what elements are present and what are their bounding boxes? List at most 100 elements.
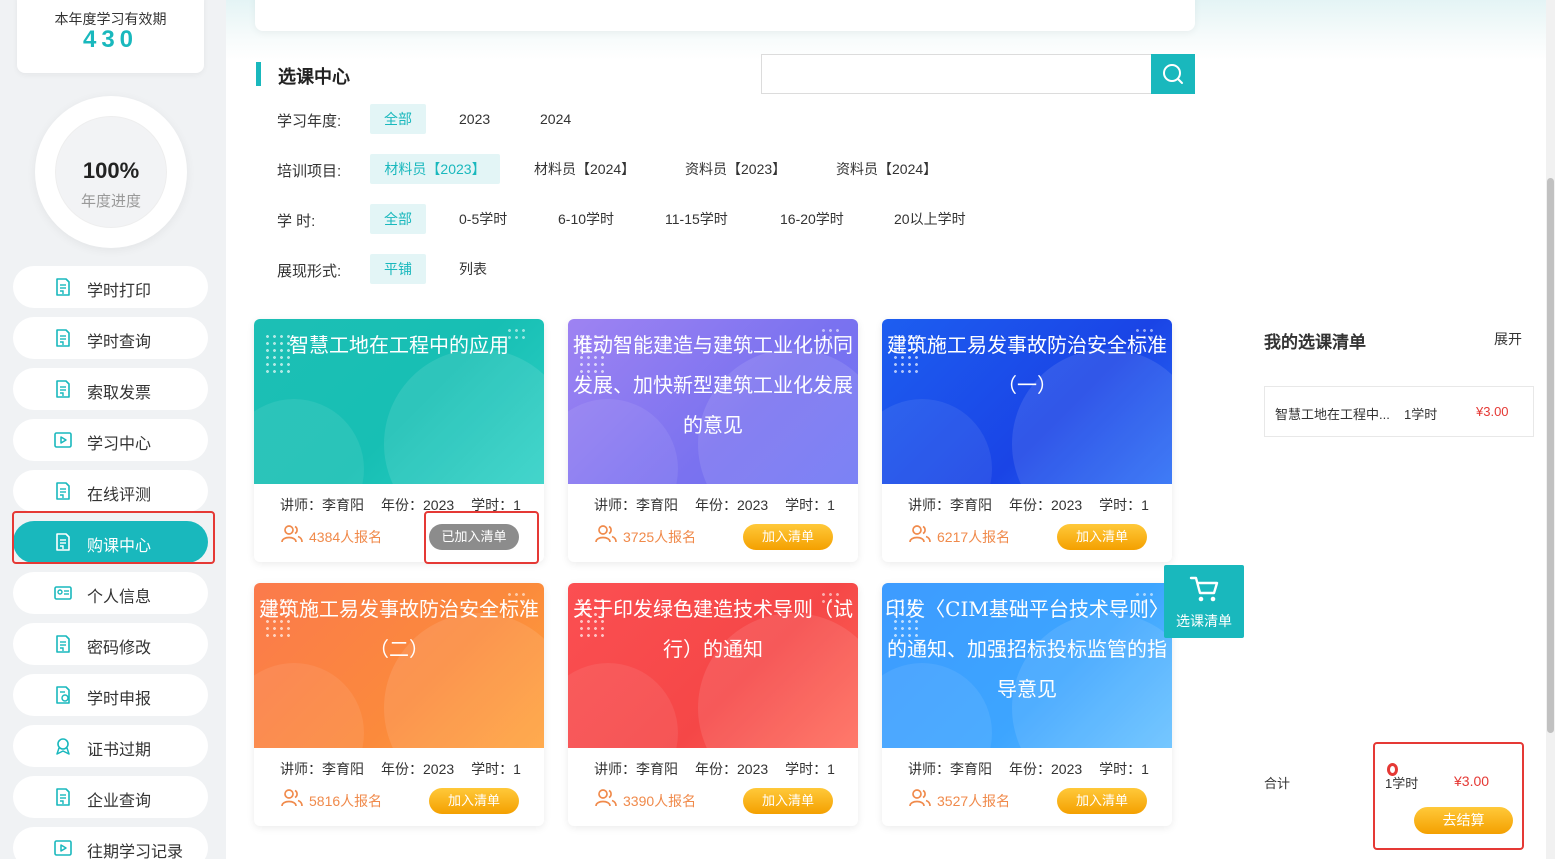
course-meta: 讲师：李育阳 年份：2023 学时：1 [594, 495, 852, 515]
course-year: 年份：2023 [695, 761, 769, 777]
sidebar-item-label: 密码修改 [87, 640, 152, 657]
users-icon [595, 789, 617, 807]
filter-year-all[interactable]: 全部 [370, 104, 426, 134]
cart-expand-link[interactable]: 展开 [1494, 329, 1522, 349]
sidebar-item[interactable]: 企业查询 [13, 776, 208, 818]
filter-year-2023[interactable]: 2023 [459, 104, 490, 134]
sidebar-item-label: 企业查询 [87, 793, 152, 810]
sidebar-item[interactable]: 密码修改 [13, 623, 208, 665]
course-banner[interactable]: 推动智能建造与建筑工业化协同发展、加快新型建筑工业化发展的意见 [568, 319, 858, 484]
filter-hours-option[interactable]: 20以上学时 [894, 204, 966, 234]
play-icon [53, 838, 73, 858]
progress-value: 100% [82, 158, 140, 183]
course-card[interactable]: 推动智能建造与建筑工业化协同发展、加快新型建筑工业化发展的意见讲师：李育阳 年份：… [568, 319, 858, 562]
sidebar-item[interactable]: 往期学习记录 [13, 827, 208, 859]
sidebar-item-label: 个人信息 [87, 589, 152, 606]
sidebar-item-label: 学时打印 [87, 283, 152, 300]
sidebar-item[interactable]: 索取发票 [13, 368, 208, 410]
sidebar-item[interactable]: 个人信息 [13, 572, 208, 614]
filter-project-option[interactable]: 材料员【2023】 [370, 154, 500, 184]
cart-item-name: 智慧工地在工程中... [1275, 407, 1390, 422]
validity-card: 本年度学习有效期 430 [17, 0, 204, 73]
course-card[interactable]: 关于印发绿色建造技术导则（试行）的通知 讲师：李育阳 年份：2023 学时：1 3390… [568, 583, 858, 826]
filter-project-option[interactable]: 资料员【2024】 [836, 154, 937, 184]
users-icon [281, 789, 303, 807]
floating-cart-label: 选课清单 [1176, 613, 1232, 629]
add-to-list-button[interactable]: 加入清单 [743, 788, 833, 814]
sidebar-item-label: 证书过期 [87, 742, 152, 759]
course-year: 年份：2023 [1009, 497, 1083, 513]
total-label: 合计 [1264, 776, 1291, 791]
cart-item: 智慧工地在工程中... 1学时 ¥3.00 [1264, 386, 1534, 437]
course-title: 关于印发绿色建造技术导则（试行）的通知 [573, 597, 853, 661]
scrollbar-thumb[interactable] [1547, 178, 1554, 733]
course-meta: 讲师：李育阳 年份：2023 学时：1 [908, 495, 1166, 515]
progress-label: 年度进度 [80, 193, 141, 210]
certificate-icon [53, 736, 73, 756]
course-card[interactable]: 建筑施工易发事故防治安全标准（二） 讲师：李育阳 年份：2023 学时：1 5816人报… [254, 583, 544, 826]
course-title: 印发〈CIM基础平台技术导则〉的通知、加强招标投标监管的指导意见 [885, 597, 1169, 701]
filter-display-list[interactable]: 列表 [459, 254, 487, 284]
annotation-box-active-menu [12, 511, 215, 564]
enrollment-count: 5816人报名 [309, 793, 383, 809]
add-to-list-button[interactable]: 加入清单 [743, 524, 833, 550]
section-accent-bar [256, 62, 261, 86]
sidebar-item[interactable]: 学时申报 [13, 674, 208, 716]
filter-display-tile[interactable]: 平铺 [370, 254, 426, 284]
course-banner[interactable]: 建筑施工易发事故防治安全标准（二） [254, 583, 544, 748]
course-hours: 学时：1 [1099, 761, 1149, 777]
users-icon [595, 525, 617, 543]
users-icon [909, 789, 931, 807]
sidebar-item-label: 索取发票 [87, 385, 152, 402]
filter-hours-option[interactable]: 0-5学时 [459, 204, 507, 234]
filter-project-option[interactable]: 材料员【2024】 [534, 154, 635, 184]
course-hours: 学时：1 [785, 761, 835, 777]
filter-hours-option[interactable]: 11-15学时 [665, 204, 728, 234]
document-icon [53, 634, 73, 654]
floating-cart-button[interactable]: 选课清单 [1164, 565, 1244, 638]
id-card-icon [53, 583, 73, 603]
filter-hours-label: 学 时: [277, 213, 316, 230]
search-input[interactable] [761, 54, 1152, 94]
course-banner[interactable]: 智慧工地在工程中的应用 [254, 319, 544, 484]
search-button[interactable] [1151, 54, 1195, 94]
play-icon [53, 430, 73, 450]
document-icon [53, 481, 73, 501]
sidebar-item[interactable]: 证书过期 [13, 725, 208, 767]
course-banner[interactable]: 关于印发绿色建造技术导则（试行）的通知 [568, 583, 858, 748]
course-year: 年份：2023 [1009, 761, 1083, 777]
course-banner[interactable]: 印发〈CIM基础平台技术导则〉的通知、加强招标投标监管的指导意见 [882, 583, 1172, 748]
filter-hours-option[interactable]: 6-10学时 [558, 204, 614, 234]
page-scrollbar[interactable] [1546, 0, 1555, 859]
filter-hours-option[interactable]: 16-20学时 [780, 204, 844, 234]
course-card[interactable]: 印发〈CIM基础平台技术导则〉的通知、加强招标投标监管的指导意见 讲师：李育阳 年份… [882, 583, 1172, 826]
sidebar-item[interactable]: 学习中心 [13, 419, 208, 461]
filter-hours-option[interactable]: 全部 [370, 204, 426, 234]
filter-year-2024[interactable]: 2024 [540, 104, 571, 134]
add-to-list-button[interactable]: 加入清单 [1057, 524, 1147, 550]
filter-project-label: 培训项目: [277, 163, 342, 180]
add-to-list-button[interactable]: 加入清单 [429, 788, 519, 814]
sidebar-item-label: 往期学习记录 [87, 844, 184, 859]
progress-ring: 100% 年度进度 [35, 96, 187, 248]
sidebar-item[interactable]: 在线评测 [13, 470, 208, 512]
search-icon [1163, 64, 1183, 84]
enrollment-count: 4384人报名 [309, 529, 383, 545]
top-card [255, 0, 1195, 31]
add-to-list-button[interactable]: 加入清单 [1057, 788, 1147, 814]
course-title: 推动智能建造与建筑工业化协同发展、加快新型建筑工业化发展的意见 [573, 333, 853, 437]
cart-item-hours: 1学时 [1404, 407, 1438, 422]
course-banner[interactable]: 建筑施工易发事故防治安全标准（一） [882, 319, 1172, 484]
document-icon [53, 787, 73, 807]
course-title: 建筑施工易发事故防治安全标准（二） [259, 597, 539, 661]
filter-project-option[interactable]: 资料员【2023】 [685, 154, 786, 184]
annotation-box-checkout [1373, 742, 1524, 850]
sidebar-item[interactable]: 学时打印 [13, 266, 208, 308]
section-title: 选课中心 [278, 67, 350, 87]
sidebar-item-label: 在线评测 [87, 487, 152, 504]
sidebar-item-label: 学习中心 [87, 436, 152, 453]
course-card[interactable]: 建筑施工易发事故防治安全标准（一） 讲师：李育阳 年份：2023 学时：1 6217人报… [882, 319, 1172, 562]
document-icon [53, 328, 73, 348]
sidebar-item[interactable]: 学时查询 [13, 317, 208, 359]
validity-value: 430 [82, 26, 139, 53]
